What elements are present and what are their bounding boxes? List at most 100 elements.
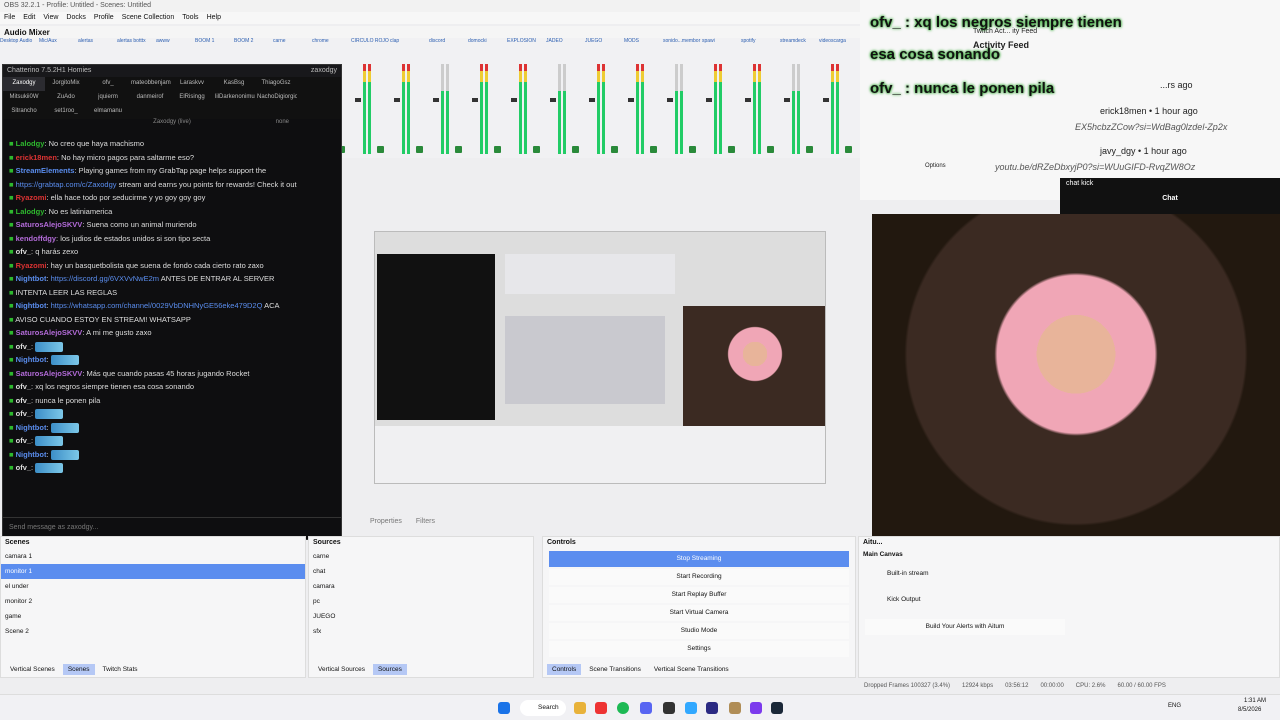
chat-tab[interactable]: KasBsg: [213, 77, 255, 91]
chat-tab[interactable]: mateobbenjamin: [129, 77, 171, 91]
mute-icon[interactable]: [650, 146, 657, 153]
menu-item-edit[interactable]: Edit: [23, 14, 35, 22]
chat-username[interactable]: Nightbot: [16, 355, 47, 364]
source-item[interactable]: pc: [309, 594, 533, 609]
chat-tab[interactable]: ThiagoGsz: [255, 77, 297, 91]
chat-tab[interactable]: Laraskvv: [171, 77, 213, 91]
control-button[interactable]: Start Replay Buffer: [549, 587, 849, 603]
steam-icon[interactable]: [771, 702, 783, 714]
volume-fader[interactable]: [589, 98, 595, 102]
premiere-icon[interactable]: [706, 702, 718, 714]
chat-link[interactable]: https://grabtap.com/c/Zaxodgy: [16, 180, 117, 189]
chat-username[interactable]: ofv_: [16, 247, 31, 256]
volume-fader[interactable]: [394, 98, 400, 102]
mute-icon[interactable]: [455, 146, 462, 153]
chat-username[interactable]: SaturosAlejoSKVV: [16, 369, 83, 378]
scenes-tab[interactable]: Scenes: [62, 664, 95, 675]
chat-tab[interactable]: ofv_: [87, 77, 129, 91]
chat-tab[interactable]: Zaxodgy: [3, 77, 45, 91]
chat-username[interactable]: Ryazomi: [16, 193, 47, 202]
volume-fader[interactable]: [628, 98, 634, 102]
control-button[interactable]: Studio Mode: [549, 623, 849, 639]
chat-link[interactable]: https://discord.gg/6VXVvNwE2m: [51, 274, 159, 283]
chat-username[interactable]: erick18men: [16, 153, 57, 162]
chat-tab[interactable]: Mitsukii0W: [3, 91, 45, 105]
control-button[interactable]: Settings: [549, 641, 849, 657]
chat-tab[interactable]: jquierm: [87, 91, 129, 105]
mute-icon[interactable]: [845, 146, 852, 153]
controls-tab[interactable]: Vertical Scene Transitions: [649, 664, 734, 675]
sources-tab[interactable]: Sources: [372, 664, 407, 675]
source-item[interactable]: JUEGO: [309, 609, 533, 624]
chrome-icon[interactable]: [595, 702, 607, 714]
spotify-icon[interactable]: [617, 702, 629, 714]
chat-username[interactable]: Nightbot: [16, 423, 47, 432]
folder-icon[interactable]: [574, 702, 586, 714]
scene-item[interactable]: camara 1: [1, 549, 305, 564]
chat-username[interactable]: Nightbot: [16, 301, 47, 310]
volume-fader[interactable]: [745, 98, 751, 102]
obs-icon[interactable]: [663, 702, 675, 714]
taskbar-search[interactable]: Search: [520, 700, 566, 716]
build-alerts-button[interactable]: Build Your Alerts with Aitum: [865, 619, 1065, 635]
chat-username[interactable]: Nightbot: [16, 274, 47, 283]
volume-fader[interactable]: [550, 98, 556, 102]
menu-item-tools[interactable]: Tools: [182, 14, 198, 22]
volume-fader[interactable]: [823, 98, 829, 102]
chat-username[interactable]: SaturosAlejoSKVV: [16, 328, 83, 337]
chat-username[interactable]: ofv_: [16, 342, 31, 351]
controls-tab[interactable]: Scene Transitions: [584, 664, 646, 675]
mute-icon[interactable]: [728, 146, 735, 153]
scene-item[interactable]: Scene 2: [1, 624, 305, 639]
scene-item[interactable]: monitor 2: [1, 594, 305, 609]
menu-item-file[interactable]: File: [4, 14, 15, 22]
volume-fader[interactable]: [355, 98, 361, 102]
start-icon[interactable]: [498, 702, 510, 714]
chatterino-icon[interactable]: [750, 702, 762, 714]
mute-icon[interactable]: [572, 146, 579, 153]
scenes-tab[interactable]: Twitch Stats: [98, 664, 143, 675]
properties-button[interactable]: Properties: [370, 518, 402, 528]
chat-tab[interactable]: danmeirof: [129, 91, 171, 105]
volume-fader[interactable]: [706, 98, 712, 102]
chat-link[interactable]: https://whatsapp.com/channel/0029VbDNHNy…: [51, 301, 263, 310]
chat-username[interactable]: SaturosAlejoSKVV: [16, 220, 83, 229]
volume-fader[interactable]: [667, 98, 673, 102]
control-button[interactable]: Start Virtual Camera: [549, 605, 849, 621]
chat-username[interactable]: ofv_: [16, 382, 31, 391]
chat-username[interactable]: ofv_: [16, 409, 31, 418]
discord-icon[interactable]: [640, 702, 652, 714]
menu-item-view[interactable]: View: [43, 14, 58, 22]
chat-tab[interactable]: ZuAdo: [45, 91, 87, 105]
menu-item-help[interactable]: Help: [207, 14, 221, 22]
volume-fader[interactable]: [784, 98, 790, 102]
sources-tab[interactable]: Vertical Sources: [313, 664, 370, 675]
scenes-tab[interactable]: Vertical Scenes: [5, 664, 60, 675]
chat-tab[interactable]: lilDarkenonimual: [213, 91, 255, 105]
filters-button[interactable]: Filters: [416, 518, 435, 528]
chat-username[interactable]: Lalodgy: [16, 139, 45, 148]
app-icon[interactable]: [729, 702, 741, 714]
mute-icon[interactable]: [533, 146, 540, 153]
chat-username[interactable]: Lalodgy: [16, 207, 45, 216]
chat-tab[interactable]: Sitrancho: [3, 105, 45, 119]
chat-username[interactable]: ofv_: [16, 396, 31, 405]
chat-username[interactable]: ofv_: [16, 436, 31, 445]
volume-fader[interactable]: [511, 98, 517, 102]
mute-icon[interactable]: [806, 146, 813, 153]
mute-icon[interactable]: [377, 146, 384, 153]
mute-icon[interactable]: [611, 146, 618, 153]
options-label[interactable]: Options: [925, 163, 946, 169]
source-item[interactable]: camara: [309, 579, 533, 594]
source-item[interactable]: carne: [309, 549, 533, 564]
chat-username[interactable]: ofv_: [16, 463, 31, 472]
mute-icon[interactable]: [416, 146, 423, 153]
volume-fader[interactable]: [472, 98, 478, 102]
control-button[interactable]: Stop Streaming: [549, 551, 849, 567]
menu-item-docks[interactable]: Docks: [66, 14, 85, 22]
chat-tab[interactable]: ElRisingg: [171, 91, 213, 105]
volume-fader[interactable]: [433, 98, 439, 102]
chat-tab[interactable]: JorgitoMix: [45, 77, 87, 91]
chat-username[interactable]: StreamElements: [16, 166, 75, 175]
menu-item-profile[interactable]: Profile: [94, 14, 114, 22]
